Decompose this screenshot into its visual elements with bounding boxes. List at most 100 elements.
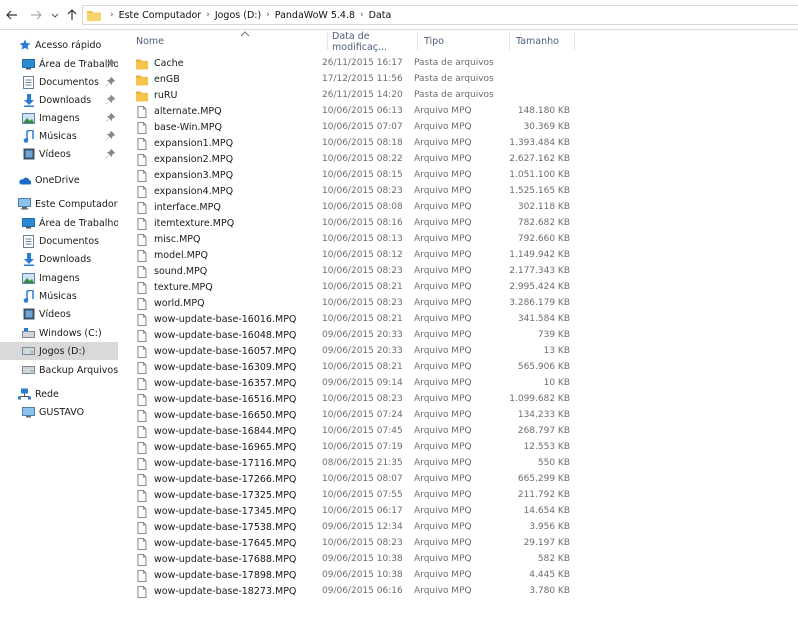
- file-row[interactable]: wow-update-base-17898.MPQ 09/06/2015 10:3…: [132, 567, 692, 583]
- file-row[interactable]: expansion1.MPQ 10/06/2015 08:18 Arquivo MP…: [132, 135, 692, 151]
- file-name: wow-update-base-16844.MPQ: [154, 426, 297, 437]
- file-name: alternate.MPQ: [154, 106, 222, 117]
- sidebar-item-videos-pinned[interactable]: Vídeos: [0, 145, 118, 163]
- sidebar-item-documentos[interactable]: Documentos: [0, 232, 118, 250]
- sidebar-item-label: Jogos (D:): [39, 345, 86, 357]
- up-button[interactable]: [64, 7, 80, 23]
- file-row[interactable]: wow-update-base-17266.MPQ 10/06/2015 08:0…: [132, 471, 692, 487]
- sort-ascending-icon: [240, 31, 250, 37]
- file-row[interactable]: wow-update-base-16057.MPQ 09/06/2015 20:3…: [132, 343, 692, 359]
- forward-button[interactable]: [28, 7, 44, 23]
- desktop-icon: [22, 217, 35, 230]
- sidebar-item-videos[interactable]: Vídeos: [0, 305, 118, 323]
- file-row[interactable]: texture.MPQ 10/06/2015 08:21 Arquivo MPQ 2.…: [132, 279, 692, 295]
- file-row[interactable]: wow-update-base-17116.MPQ 08/06/2015 21:3…: [132, 455, 692, 471]
- file-list-view: Nome Data de modificaç... Tipo Tamanho C…: [118, 30, 798, 619]
- recent-locations-button[interactable]: [50, 7, 60, 23]
- file-row[interactable]: world.MPQ 10/06/2015 08:23 Arquivo MPQ 3.28…: [132, 295, 692, 311]
- file-row[interactable]: wow-update-base-17538.MPQ 09/06/2015 12:3…: [132, 519, 692, 535]
- file-icon: [137, 473, 147, 486]
- breadcrumb-data[interactable]: Data: [369, 10, 392, 21]
- file-row[interactable]: base-Win.MPQ 10/06/2015 07:07 Arquivo MPQ 3…: [132, 119, 692, 135]
- file-row[interactable]: itemtexture.MPQ 10/06/2015 08:16 Arquivo M…: [132, 215, 692, 231]
- file-row[interactable]: wow-update-base-16965.MPQ 10/06/2015 07:1…: [132, 439, 692, 455]
- file-row[interactable]: wow-update-base-17325.MPQ 10/06/2015 07:5…: [132, 487, 692, 503]
- back-button[interactable]: [4, 7, 20, 23]
- file-size: 565.906 KB: [517, 362, 570, 372]
- address-bar[interactable]: › Este Computador › Jogos (D:) › PandaWo…: [82, 5, 798, 25]
- file-icon: [137, 569, 147, 582]
- file-date: 10/06/2015 08:12: [322, 250, 403, 260]
- sidebar-item-imagens[interactable]: Imagens: [0, 269, 118, 287]
- sidebar-item-imagens-pinned[interactable]: Imagens: [0, 109, 118, 127]
- folder-row[interactable]: Cache 26/11/2015 16:17 Pasta de arquivos: [132, 55, 692, 71]
- file-date: 10/06/2015 07:55: [322, 490, 403, 500]
- file-row[interactable]: wow-update-base-17345.MPQ 10/06/2015 06:1…: [132, 503, 692, 519]
- file-row[interactable]: wow-update-base-16357.MPQ 09/06/2015 09:1…: [132, 375, 692, 391]
- file-row[interactable]: alternate.MPQ 10/06/2015 06:13 Arquivo MPQ…: [132, 103, 692, 119]
- file-size: 1.099.682 KB: [509, 394, 570, 404]
- file-row[interactable]: interface.MPQ 10/06/2015 08:08 Arquivo MPQ…: [132, 199, 692, 215]
- file-row[interactable]: wow-update-base-17688.MPQ 09/06/2015 10:3…: [132, 551, 692, 567]
- sidebar-item-area-de-trabalho-pinned[interactable]: Área de Trabalho: [0, 55, 118, 73]
- file-row[interactable]: expansion2.MPQ 10/06/2015 08:22 Arquivo MP…: [132, 151, 692, 167]
- file-size: 739 KB: [537, 330, 570, 340]
- folder-row[interactable]: enGB 17/12/2015 11:56 Pasta de arquivos: [132, 71, 692, 87]
- sidebar-item-gustavo[interactable]: GUSTAVO: [0, 403, 118, 421]
- file-row[interactable]: wow-update-base-16309.MPQ 10/06/2015 08:2…: [132, 359, 692, 375]
- file-size: 148.180 KB: [517, 106, 570, 116]
- column-header-date[interactable]: Data de modificaç...: [328, 31, 418, 53]
- file-row[interactable]: expansion4.MPQ 10/06/2015 08:23 Arquivo MP…: [132, 183, 692, 199]
- file-row[interactable]: expansion3.MPQ 10/06/2015 08:15 Arquivo MP…: [132, 167, 692, 183]
- file-name-cell: wow-update-base-16965.MPQ: [136, 441, 326, 454]
- file-row[interactable]: wow-update-base-18273.MPQ 09/06/2015 06:1…: [132, 583, 692, 599]
- file-row[interactable]: misc.MPQ 10/06/2015 08:13 Arquivo MPQ 792.6…: [132, 231, 692, 247]
- sidebar-item-area-de-trabalho[interactable]: Área de Trabalho: [0, 214, 118, 232]
- folder-row[interactable]: ruRU 26/11/2015 14:20 Pasta de arquivos: [132, 87, 692, 103]
- sidebar-item-onedrive[interactable]: OneDrive: [0, 171, 118, 189]
- breadcrumb-pandawow[interactable]: PandaWoW 5.4.8: [275, 10, 355, 21]
- file-type: Arquivo MPQ: [414, 362, 472, 372]
- file-name: wow-update-base-17116.MPQ: [154, 458, 297, 469]
- file-row[interactable]: wow-update-base-17645.MPQ 10/06/2015 08:2…: [132, 535, 692, 551]
- file-name-cell: wow-update-base-16844.MPQ: [136, 425, 326, 438]
- file-date: 10/06/2015 08:21: [322, 314, 403, 324]
- breadcrumb-jogos[interactable]: Jogos (D:): [215, 10, 261, 21]
- file-name-cell: wow-update-base-16309.MPQ: [136, 361, 326, 374]
- sidebar-item-documentos-pinned[interactable]: Documentos: [0, 73, 118, 91]
- file-row[interactable]: wow-update-base-16650.MPQ 10/06/2015 07:2…: [132, 407, 692, 423]
- breadcrumb-separator[interactable]: ›: [206, 10, 210, 20]
- column-header-type[interactable]: Tipo: [420, 33, 510, 50]
- file-row[interactable]: wow-update-base-16016.MPQ 10/06/2015 08:2…: [132, 311, 692, 327]
- file-row[interactable]: wow-update-base-16844.MPQ 10/06/2015 07:4…: [132, 423, 692, 439]
- breadcrumb-separator[interactable]: ›: [360, 10, 364, 20]
- sidebar-item-acesso-rapido[interactable]: Acesso rápido: [0, 36, 118, 54]
- file-size: 268.797 KB: [517, 426, 570, 436]
- sidebar-item-jogos-d[interactable]: Jogos (D:): [0, 342, 118, 360]
- breadcrumb-este-computador[interactable]: Este Computador: [119, 10, 202, 21]
- sidebar-item-este-computador[interactable]: Este Computador: [0, 195, 118, 213]
- file-row[interactable]: sound.MPQ 10/06/2015 08:23 Arquivo MPQ 2.17…: [132, 263, 692, 279]
- sidebar-item-musicas-pinned[interactable]: Músicas: [0, 127, 118, 145]
- sidebar-item-downloads-pinned[interactable]: Downloads: [0, 91, 118, 109]
- drive-icon: [22, 364, 35, 377]
- sidebar-item-backup-arquivos[interactable]: Backup Arquivos (E: [0, 361, 118, 379]
- file-name: wow-update-base-16309.MPQ: [154, 362, 297, 373]
- file-name-cell: wow-update-base-17266.MPQ: [136, 473, 326, 486]
- column-header-name[interactable]: Nome: [132, 31, 328, 50]
- file-row[interactable]: model.MPQ 10/06/2015 08:12 Arquivo MPQ 1.14…: [132, 247, 692, 263]
- sidebar-item-windows-c[interactable]: Windows (C:): [0, 324, 118, 342]
- file-name: Cache: [154, 58, 184, 69]
- sidebar-item-downloads[interactable]: Downloads: [0, 250, 118, 268]
- sidebar-item-musicas[interactable]: Músicas: [0, 287, 118, 305]
- column-header-size[interactable]: Tamanho: [512, 33, 575, 50]
- file-row[interactable]: wow-update-base-16516.MPQ 10/06/2015 08:2…: [132, 391, 692, 407]
- file-type: Arquivo MPQ: [414, 250, 472, 260]
- file-date: 10/06/2015 08:15: [322, 170, 403, 180]
- file-date: 09/06/2015 12:34: [322, 522, 403, 532]
- arrow-right-icon: [31, 10, 42, 20]
- sidebar-item-rede[interactable]: Rede: [0, 385, 118, 403]
- breadcrumb-separator[interactable]: ›: [266, 10, 270, 20]
- file-row[interactable]: wow-update-base-16048.MPQ 09/06/2015 20:3…: [132, 327, 692, 343]
- file-name-cell: sound.MPQ: [136, 265, 326, 278]
